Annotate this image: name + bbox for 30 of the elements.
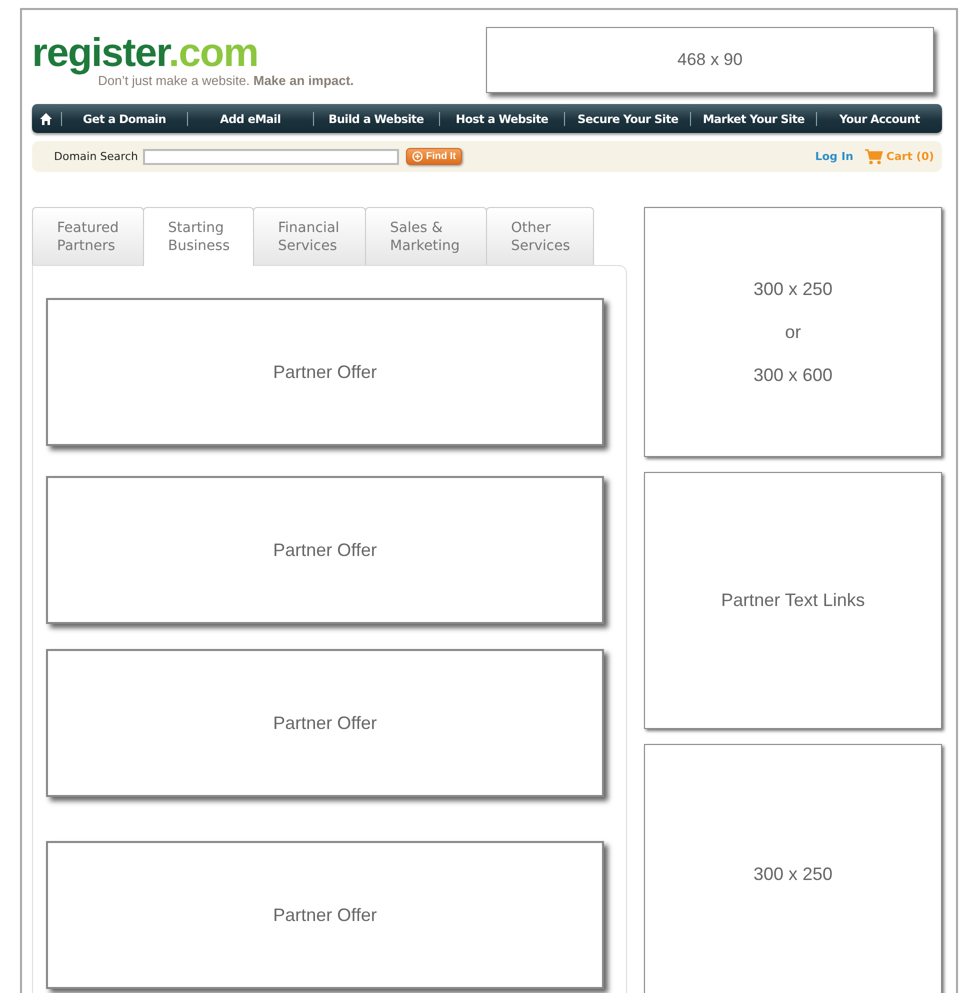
nav-link[interactable]: Market Your Site — [690, 112, 816, 126]
domain-search-field[interactable] — [142, 148, 399, 164]
search-label: Domain Search — [54, 150, 138, 163]
nav-link[interactable]: Your Account — [816, 112, 942, 126]
ad-text: 300 x 600 — [753, 364, 833, 386]
cart-icon[interactable] — [865, 148, 884, 164]
ad-text: or — [784, 322, 801, 342]
tab[interactable]: Sales & Marketing — [365, 207, 487, 265]
tab[interactable]: Financial Services — [253, 207, 366, 265]
nav-link[interactable]: Get a Domain — [61, 112, 187, 126]
tab[interactable]: Featured Partners — [32, 207, 144, 265]
offer-text: Partner Offer — [273, 712, 377, 734]
ad-text: Partner Text Links — [721, 590, 865, 611]
login-link[interactable]: Log In — [815, 150, 854, 163]
tab[interactable]: Starting Business — [143, 207, 254, 266]
offer-text: Partner Offer — [273, 904, 377, 926]
nav-link[interactable]: Host a Website — [438, 112, 564, 126]
offer-text: Partner Offer — [273, 362, 377, 382]
tab[interactable]: Other Services — [486, 207, 594, 265]
ad-text: 300 x 250 — [753, 278, 833, 300]
nav-link[interactable]: Add eMail — [186, 112, 313, 126]
home-icon[interactable] — [39, 112, 53, 126]
tagline: Don’t just make a website. Make an impact. — [98, 73, 354, 88]
plus-icon — [412, 151, 423, 162]
nav-link[interactable]: Build a Website — [312, 112, 439, 126]
ad-text: 300 x 250 — [753, 864, 833, 884]
banner-text: 468 x 90 — [677, 50, 743, 70]
offer-text: Partner Offer — [273, 540, 377, 560]
nav-link[interactable]: Secure Your Site — [564, 112, 690, 126]
logo[interactable]: register.com — [32, 33, 354, 73]
